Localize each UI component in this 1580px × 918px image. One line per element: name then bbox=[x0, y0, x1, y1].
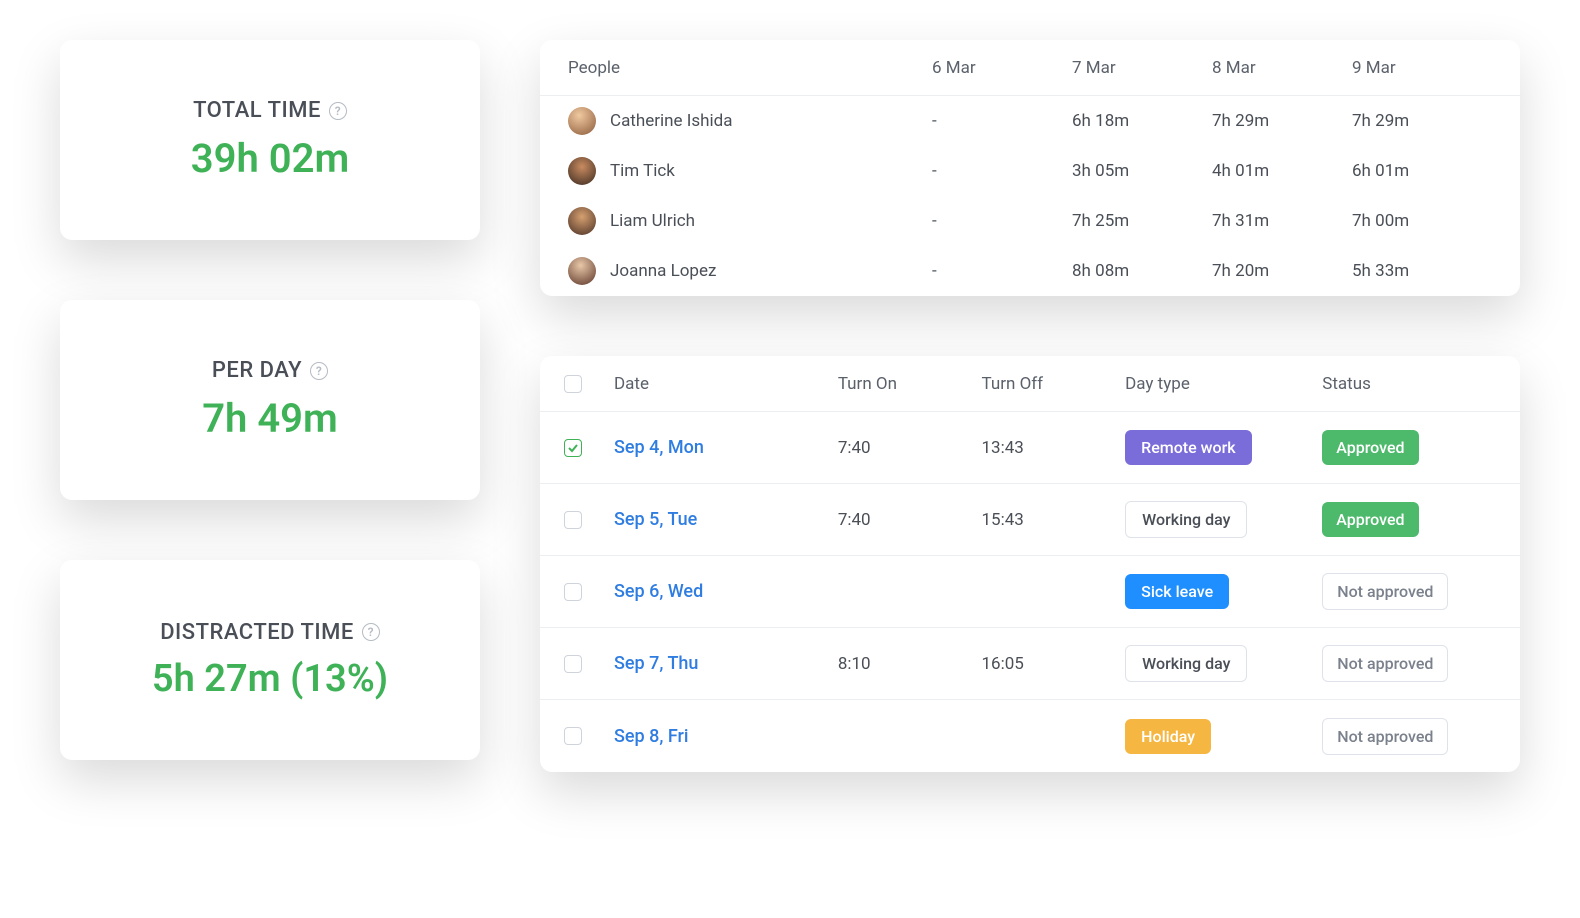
distracted-time-value: 5h 27m (13%) bbox=[152, 657, 388, 701]
total-time-card: TOTAL TIME ? 39h 02m bbox=[60, 40, 480, 240]
col-day-type: Day type bbox=[1125, 374, 1312, 394]
time-cell: 8h 08m bbox=[1072, 261, 1212, 281]
people-row[interactable]: Liam Ulrich -7h 25m7h 31m7h 00m bbox=[540, 196, 1520, 246]
people-date-1: 7 Mar bbox=[1072, 58, 1212, 78]
total-time-label: TOTAL TIME ? bbox=[193, 98, 347, 123]
time-cell: 7h 00m bbox=[1352, 211, 1492, 231]
person-name: Joanna Lopez bbox=[610, 261, 716, 281]
time-cell: 7h 29m bbox=[1352, 111, 1492, 131]
time-cell: 7h 20m bbox=[1212, 261, 1352, 281]
help-icon[interactable]: ? bbox=[310, 362, 328, 380]
people-row[interactable]: Catherine Ishida-6h 18m7h 29m7h 29m bbox=[540, 96, 1520, 146]
people-row[interactable]: Tim Tick -3h 05m4h 01m6h 01m bbox=[540, 146, 1520, 196]
row-checkbox[interactable] bbox=[564, 583, 582, 601]
person-cell: Tim Tick bbox=[568, 157, 932, 185]
avatar bbox=[568, 257, 596, 285]
people-table-header: People 6 Mar 7 Mar 8 Mar 9 Mar bbox=[540, 40, 1520, 96]
turn-off-cell: 13:43 bbox=[981, 438, 1115, 458]
row-checkbox[interactable] bbox=[564, 439, 582, 457]
people-date-3: 9 Mar bbox=[1352, 58, 1492, 78]
total-time-value: 39h 02m bbox=[191, 135, 349, 182]
per-day-label: PER DAY ? bbox=[212, 358, 328, 383]
help-icon[interactable]: ? bbox=[362, 623, 380, 641]
date-link[interactable]: Sep 8, Fri bbox=[614, 726, 828, 747]
row-checkbox[interactable] bbox=[564, 655, 582, 673]
time-cell: 7h 29m bbox=[1212, 111, 1352, 131]
status-badge[interactable]: Approved bbox=[1322, 502, 1418, 537]
row-checkbox[interactable] bbox=[564, 511, 582, 529]
per-day-label-text: PER DAY bbox=[212, 358, 302, 383]
status-badge[interactable]: Approved bbox=[1322, 430, 1418, 465]
date-link[interactable]: Sep 6, Wed bbox=[614, 581, 828, 602]
help-icon[interactable]: ? bbox=[329, 102, 347, 120]
people-header-label: People bbox=[568, 58, 932, 78]
time-cell: 6h 01m bbox=[1352, 161, 1492, 181]
distracted-time-card: DISTRACTED TIME ? 5h 27m (13%) bbox=[60, 560, 480, 760]
person-name: Liam Ulrich bbox=[610, 211, 695, 231]
day-type-badge[interactable]: Working day bbox=[1125, 501, 1247, 538]
timesheet-row: Sep 6, Wed Sick leave Not approved bbox=[540, 556, 1520, 628]
date-link[interactable]: Sep 7, Thu bbox=[614, 653, 828, 674]
timesheet-row: Sep 4, Mon 7:40 13:43 Remote work Approved bbox=[540, 412, 1520, 484]
col-date: Date bbox=[614, 374, 828, 394]
day-type-badge[interactable]: Sick leave bbox=[1125, 574, 1229, 609]
avatar bbox=[568, 107, 596, 135]
day-type-badge[interactable]: Holiday bbox=[1125, 719, 1211, 754]
person-cell: Catherine Ishida bbox=[568, 107, 932, 135]
people-row[interactable]: Joanna Lopez -8h 08m7h 20m5h 33m bbox=[540, 246, 1520, 296]
turn-on-cell: 8:10 bbox=[838, 654, 972, 674]
day-type-badge[interactable]: Working day bbox=[1125, 645, 1247, 682]
people-date-0: 6 Mar bbox=[932, 58, 1072, 78]
status-badge[interactable]: Not approved bbox=[1322, 718, 1448, 755]
turn-on-cell: 7:40 bbox=[838, 438, 972, 458]
timesheet-card: Date Turn On Turn Off Day type Status Se… bbox=[540, 356, 1520, 772]
date-link[interactable]: Sep 5, Tue bbox=[614, 509, 828, 530]
total-time-label-text: TOTAL TIME bbox=[193, 98, 321, 123]
turn-off-cell: 15:43 bbox=[981, 510, 1115, 530]
timesheet-row: Sep 8, Fri Holiday Not approved bbox=[540, 700, 1520, 772]
person-cell: Joanna Lopez bbox=[568, 257, 932, 285]
time-cell: 6h 18m bbox=[1072, 111, 1212, 131]
person-name: Catherine Ishida bbox=[610, 111, 733, 131]
time-cell: 7h 31m bbox=[1212, 211, 1352, 231]
per-day-value: 7h 49m bbox=[202, 395, 338, 442]
turn-on-cell: 7:40 bbox=[838, 510, 972, 530]
avatar bbox=[568, 157, 596, 185]
time-cell: - bbox=[932, 261, 1072, 281]
time-cell: - bbox=[932, 161, 1072, 181]
time-cell: - bbox=[932, 111, 1072, 131]
time-cell: 4h 01m bbox=[1212, 161, 1352, 181]
time-cell: 3h 05m bbox=[1072, 161, 1212, 181]
person-cell: Liam Ulrich bbox=[568, 207, 932, 235]
col-turn-on: Turn On bbox=[838, 374, 972, 394]
col-turn-off: Turn Off bbox=[981, 374, 1115, 394]
timesheet-row: Sep 5, Tue 7:40 15:43 Working day Approved bbox=[540, 484, 1520, 556]
select-all-checkbox[interactable] bbox=[564, 375, 582, 393]
status-badge[interactable]: Not approved bbox=[1322, 645, 1448, 682]
turn-off-cell: 16:05 bbox=[981, 654, 1115, 674]
row-checkbox[interactable] bbox=[564, 727, 582, 745]
per-day-card: PER DAY ? 7h 49m bbox=[60, 300, 480, 500]
distracted-time-label-text: DISTRACTED TIME bbox=[160, 620, 354, 645]
time-cell: 7h 25m bbox=[1072, 211, 1212, 231]
timesheet-header: Date Turn On Turn Off Day type Status bbox=[540, 356, 1520, 412]
day-type-badge[interactable]: Remote work bbox=[1125, 430, 1251, 465]
status-badge[interactable]: Not approved bbox=[1322, 573, 1448, 610]
people-table-card: People 6 Mar 7 Mar 8 Mar 9 Mar Catherine… bbox=[540, 40, 1520, 296]
time-cell: - bbox=[932, 211, 1072, 231]
timesheet-row: Sep 7, Thu 8:10 16:05 Working day Not approv… bbox=[540, 628, 1520, 700]
date-link[interactable]: Sep 4, Mon bbox=[614, 437, 828, 458]
person-name: Tim Tick bbox=[610, 161, 675, 181]
distracted-time-label: DISTRACTED TIME ? bbox=[160, 620, 380, 645]
avatar bbox=[568, 207, 596, 235]
people-date-2: 8 Mar bbox=[1212, 58, 1352, 78]
time-cell: 5h 33m bbox=[1352, 261, 1492, 281]
col-status: Status bbox=[1322, 374, 1496, 394]
